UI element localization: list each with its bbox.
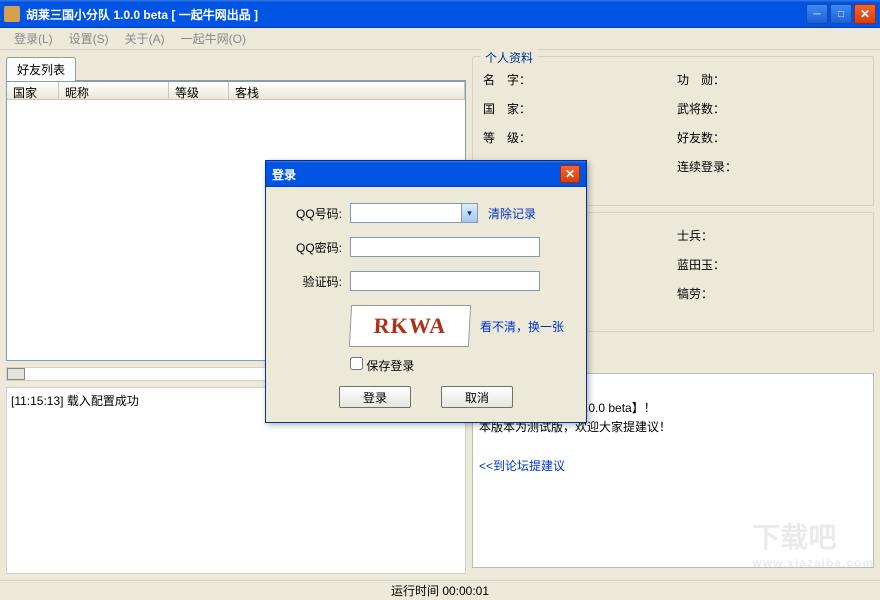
kv-streak: 连续登录： xyxy=(677,158,863,175)
kv-jade: 蓝田玉： xyxy=(677,256,863,273)
clear-history-link[interactable]: 清除记录 xyxy=(488,205,536,222)
cancel-button[interactable]: 取消 xyxy=(441,386,513,408)
kv-country: 国 家： xyxy=(483,100,669,117)
listview-header: 国家 昵称 等级 客栈 xyxy=(7,82,465,100)
captcha-input[interactable] xyxy=(350,271,540,291)
col-nickname[interactable]: 昵称 xyxy=(59,82,169,99)
captcha-label: 验证码: xyxy=(280,273,342,290)
kv-gongxun: 功 勋： xyxy=(677,71,863,88)
chevron-down-icon[interactable]: ▾ xyxy=(461,204,477,222)
captcha-refresh-link[interactable]: 看不清，换一张 xyxy=(480,318,564,335)
menubar: 登录(L) 设置(S) 关于(A) 一起牛网(O) xyxy=(0,28,880,50)
qq-combobox[interactable]: ▾ xyxy=(350,203,478,223)
dialog-close-button[interactable]: ✕ xyxy=(560,165,580,183)
dialog-titlebar: 登录 ✕ xyxy=(266,161,586,187)
dialog-title: 登录 xyxy=(272,166,560,183)
menu-about[interactable]: 关于(A) xyxy=(117,28,173,49)
forum-link[interactable]: <<到论坛提建议 xyxy=(479,459,565,473)
kv-name: 名 字： xyxy=(483,71,669,88)
scrollbar-thumb[interactable] xyxy=(7,368,25,380)
login-button[interactable]: 登录 xyxy=(339,386,411,408)
statusbar: 运行时间 00:00:01 xyxy=(0,580,880,600)
col-country[interactable]: 国家 xyxy=(7,82,59,99)
kv-friends: 好友数： xyxy=(677,129,863,146)
runtime-label: 运行时间 xyxy=(391,582,439,599)
kv-soldier: 士兵： xyxy=(677,227,863,244)
titlebar: 胡莱三国小分队 1.0.0 beta [ 一起牛网出品 ] ─ □ ✕ xyxy=(0,0,880,28)
app-icon xyxy=(4,6,20,22)
col-inn[interactable]: 客栈 xyxy=(229,82,465,99)
save-login-label[interactable]: 保存登录 xyxy=(350,359,414,373)
login-dialog: 登录 ✕ QQ号码: ▾ 清除记录 QQ密码: 验证码: RKWA 看不清，换一… xyxy=(265,160,587,423)
captcha-image: RKWA xyxy=(349,305,471,347)
menu-site[interactable]: 一起牛网(O) xyxy=(173,28,254,49)
qq-label: QQ号码: xyxy=(280,205,342,222)
friends-tabbar: 好友列表 xyxy=(6,56,466,81)
col-level[interactable]: 等级 xyxy=(169,82,229,99)
save-login-text: 保存登录 xyxy=(366,359,414,373)
profile-legend: 个人资料 xyxy=(481,49,537,66)
pwd-label: QQ密码: xyxy=(280,239,342,256)
kv-level: 等 级： xyxy=(483,129,669,146)
kv-reward: 犒劳： xyxy=(677,285,863,302)
menu-login[interactable]: 登录(L) xyxy=(6,28,61,49)
menu-settings[interactable]: 设置(S) xyxy=(61,28,117,49)
runtime-value: 00:00:01 xyxy=(442,584,489,598)
minimize-button[interactable]: ─ xyxy=(806,4,828,24)
kv-generals: 武将数： xyxy=(677,100,863,117)
window-title: 胡莱三国小分队 1.0.0 beta [ 一起牛网出品 ] xyxy=(26,6,806,23)
password-input[interactable] xyxy=(350,237,540,257)
save-login-checkbox[interactable] xyxy=(350,357,363,370)
tab-friends[interactable]: 好友列表 xyxy=(6,57,76,81)
close-button[interactable]: ✕ xyxy=(854,4,876,24)
maximize-button[interactable]: □ xyxy=(830,4,852,24)
